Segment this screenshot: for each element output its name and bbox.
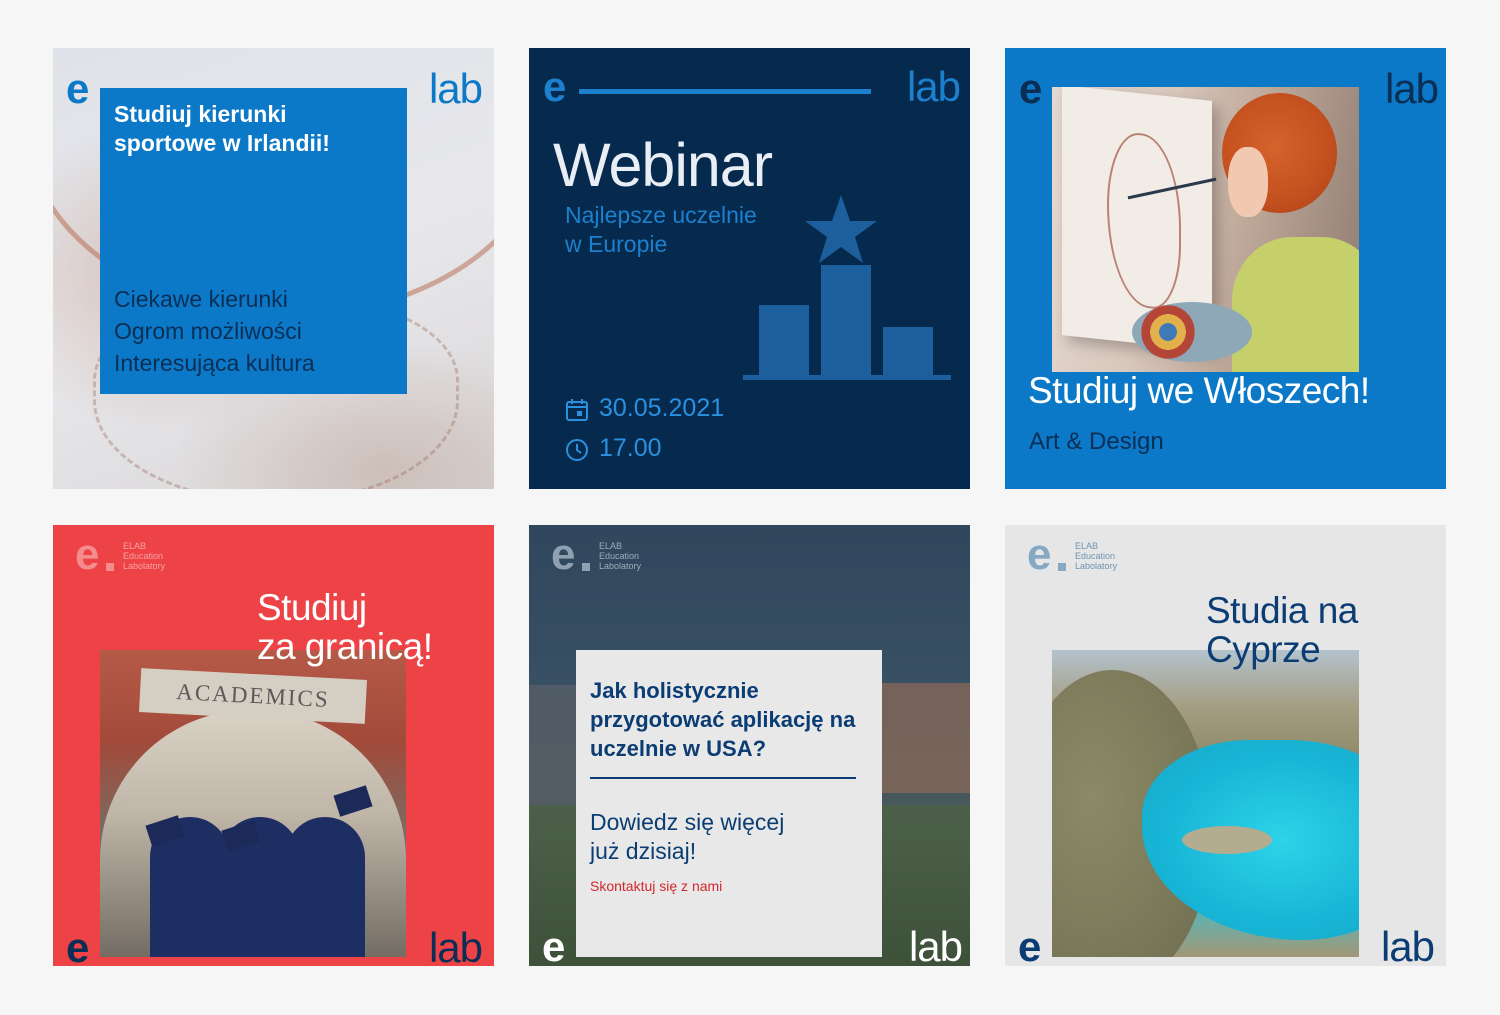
webinar-subtitle: Najlepsze uczelnie w Europie [565, 201, 757, 259]
feature-line: Interesująca kultura [114, 350, 315, 376]
tile-abroad[interactable]: e ELAB Education Labolatory ACADEMICS St… [53, 525, 494, 966]
logo-bar [579, 89, 871, 94]
small-logo-line: Labolatory [1075, 561, 1118, 571]
small-logo-line: Education [599, 551, 640, 561]
logo-lab: lab [1380, 923, 1435, 967]
tile-ireland[interactable]: e lab Studiuj kierunki sportowe w Irland… [53, 48, 494, 489]
canvas-sketch [1107, 129, 1181, 312]
small-logo-e: e [551, 530, 576, 579]
painter-shirt [1232, 237, 1359, 372]
tile-title: Studiuj za granicą! [257, 588, 433, 666]
paint-palette [1132, 302, 1252, 362]
logo-e: e [66, 65, 89, 112]
logo-lab: lab [908, 923, 963, 967]
info-card: Jak holistycznie przygotować aplikację n… [576, 650, 882, 957]
podium-star-icon [743, 195, 951, 380]
small-logo-text: ELAB Education Labolatory [123, 541, 165, 571]
logo-lab: lab [428, 65, 483, 112]
small-logo-line: ELAB [1075, 541, 1099, 551]
painter-photo [1052, 87, 1359, 372]
small-logo-e: e [75, 530, 100, 579]
tile-subtitle: Art & Design [1029, 428, 1164, 455]
tile-title: Studiuj we Włoszech! [1028, 370, 1370, 411]
small-logo-line: Education [123, 551, 164, 561]
coastline-photo [1052, 650, 1359, 957]
logo-e: e [1018, 923, 1041, 967]
card-text: Dowiedz się więcej już dzisiaj! [590, 808, 860, 866]
card-text-line: Dowiedz się więcej [590, 809, 785, 835]
title-line: Studia na [1206, 590, 1358, 631]
academics-sign: ACADEMICS [139, 668, 367, 724]
logo-e: e [66, 924, 89, 967]
tile-title: Studia na Cyprze [1206, 591, 1358, 669]
logo-e: e [542, 923, 565, 967]
divider [590, 777, 856, 779]
graduates-photo: ACADEMICS [100, 650, 406, 957]
small-logo-text: ELAB Education Labolatory [599, 541, 641, 571]
contact-link[interactable]: Skontaktuj się z nami [590, 878, 722, 894]
clock-icon [566, 439, 588, 461]
small-logo-line: ELAB [599, 541, 623, 551]
small-logo-line: Education [1075, 551, 1116, 561]
webinar-date: 30.05.2021 [599, 394, 725, 422]
tile-italy[interactable]: e lab Studiuj we Włoszech! Art & Design [1005, 48, 1446, 489]
title-line: Studiuj [257, 587, 367, 628]
tile-title: Studiuj kierunki sportowe w Irlandii! [114, 101, 330, 156]
island [1182, 826, 1272, 854]
logo-e: e [543, 63, 566, 110]
feature-line: Ciekawe kierunki [114, 286, 288, 312]
small-logo-line: Labolatory [123, 561, 166, 571]
info-card: Studiuj kierunki sportowe w Irlandii! Ci… [100, 88, 407, 394]
painter-face [1228, 147, 1268, 217]
webinar-title: Webinar [553, 131, 773, 199]
small-logo-dot [582, 563, 590, 571]
tile-webinar[interactable]: e lab Webinar Najlepsze uczelnie w Europ… [529, 48, 970, 489]
logo-lab: lab [906, 63, 961, 110]
feature-line: Ogrom możliwości [114, 318, 302, 344]
logo-lab: lab [428, 924, 483, 967]
logo-lab: lab [1384, 65, 1439, 112]
small-logo-line: ELAB [123, 541, 147, 551]
logo-e: e [1019, 65, 1042, 112]
title-line: Cyprze [1206, 629, 1321, 670]
tile-cyprus[interactable]: e ELAB Education Labolatory Studia na Cy… [1005, 525, 1446, 966]
small-logo-dot [1058, 563, 1066, 571]
subtitle-line: Najlepsze uczelnie [565, 202, 757, 228]
tile-usa[interactable]: e ELAB Education Labolatory e lab Jak ho… [529, 525, 970, 966]
small-logo-line: Labolatory [599, 561, 642, 571]
webinar-time: 17.00 [599, 434, 662, 462]
small-logo-text: ELAB Education Labolatory [1075, 541, 1117, 571]
card-question: Jak holistycznie przygotować aplikację n… [590, 678, 856, 761]
title-line: za granicą! [257, 626, 433, 667]
graduate [285, 817, 365, 957]
calendar-icon [566, 399, 588, 421]
subtitle-line: w Europie [565, 231, 668, 257]
card-text-line: już dzisiaj! [590, 838, 697, 864]
campus-building [879, 683, 970, 793]
small-logo-dot [106, 563, 114, 571]
small-logo-e: e [1027, 530, 1052, 579]
